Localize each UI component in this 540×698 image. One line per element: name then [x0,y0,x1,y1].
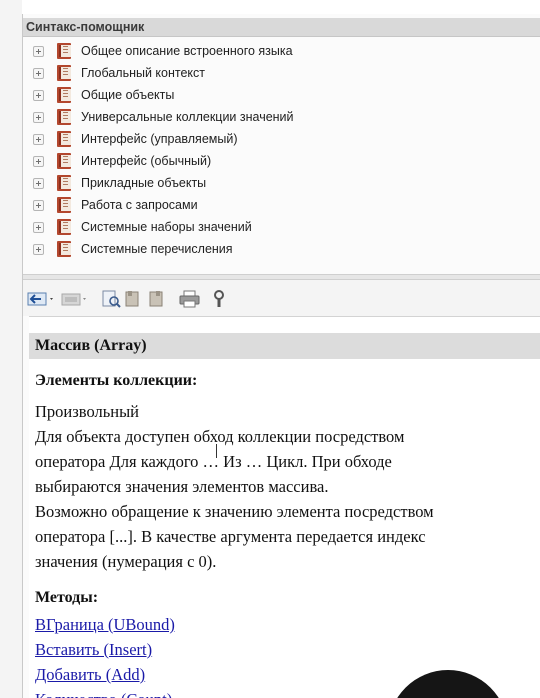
settings-wrench-icon[interactable] [211,290,229,308]
tree-item-label: Интерфейс (управляемый) [81,132,238,146]
tree-item-managed-interface[interactable]: Интерфейс (управляемый) [23,128,523,150]
book-icon [57,175,71,191]
methods-heading: Методы: [35,589,99,606]
help-toolbar [23,280,540,316]
tree-item-applied-objects[interactable]: Прикладные объекты [23,172,523,194]
method-link-count[interactable]: Количество (Count) [35,690,172,698]
article-line: значения (нумерация с 0). [35,552,217,571]
expand-plus-icon[interactable] [33,133,44,145]
topic-tree[interactable]: Общее описание встроенного языка Глобаль… [23,38,540,274]
method-link-ubound[interactable]: ВГраница (UBound) [35,615,175,635]
expand-plus-icon[interactable] [33,243,44,255]
print-icon[interactable] [179,290,201,308]
method-link-insert[interactable]: Вставить (Insert) [35,640,152,660]
book-icon [57,219,71,235]
article-line: оператора Для каждого … Из … Цикл. При о… [35,452,392,471]
forward-icon[interactable] [61,290,89,308]
book-icon [57,153,71,169]
collection-elements-heading: Элементы коллекции: [35,372,198,389]
tree-item-label: Универсальные коллекции значений [81,110,294,124]
panel-title-bar: Синтакс-помощник [23,18,540,37]
article-line: Возможно обращение к значению элемента п… [35,502,434,521]
panel-title: Синтакс-помощник [26,20,145,34]
expand-plus-icon[interactable] [33,67,44,79]
text-cursor-icon [216,444,217,458]
expand-plus-icon[interactable] [33,199,44,211]
expand-plus-icon[interactable] [33,155,44,167]
tree-item-system-enums[interactable]: Системные перечисления [23,238,523,260]
tree-item-label: Общее описание встроенного языка [81,44,293,58]
tree-item-ordinary-interface[interactable]: Интерфейс (обычный) [23,150,523,172]
book-prev-icon[interactable] [123,290,143,308]
book-icon [57,87,71,103]
syntax-helper-window: Синтакс-помощник Общее описание встроенн… [22,14,540,698]
article-line: Для объекта доступен обход коллекции пос… [35,427,405,446]
tree-item-label: Системные перечисления [81,242,233,256]
tree-item-common-objects[interactable]: Общие объекты [23,84,523,106]
book-icon [57,43,71,59]
tree-item-global-context[interactable]: Глобальный контекст [23,62,523,84]
book-icon [57,241,71,257]
tree-item-label: Общие объекты [81,88,175,102]
tree-item-label: Прикладные объекты [81,176,207,190]
tree-item-system-value-sets[interactable]: Системные наборы значений [23,216,523,238]
tree-item-label: Интерфейс (обычный) [81,154,212,168]
expand-plus-icon[interactable] [33,221,44,233]
article-line: выбираются значения элементов массива. [35,477,329,496]
back-arrow-icon[interactable] [27,290,57,308]
book-next-icon[interactable] [147,290,167,308]
expand-plus-icon[interactable] [33,177,44,189]
tree-item-label: Глобальный контекст [81,66,206,80]
article-line: оператора [...]. В качестве аргумента пе… [35,527,426,546]
book-icon [57,197,71,213]
expand-plus-icon[interactable] [33,45,44,57]
tree-item-universal-collections[interactable]: Универсальные коллекции значений [23,106,523,128]
tree-item-label: Системные наборы значений [81,220,252,234]
help-article: Массив (Array) Элементы коллекции: Произ… [29,316,540,698]
tree-item-queries[interactable]: Работа с запросами [23,194,523,216]
book-icon [57,109,71,125]
tree-item-label: Работа с запросами [81,198,198,212]
book-icon [57,131,71,147]
left-window-edge [0,0,22,698]
tree-item-language-description[interactable]: Общее описание встроенного языка [23,40,523,62]
expand-plus-icon[interactable] [33,111,44,123]
book-icon [57,65,71,81]
find-in-tree-icon[interactable] [101,290,121,308]
article-line: Произвольный [35,402,139,421]
article-title-bar: Массив (Array) [29,333,540,359]
article-title: Массив (Array) [35,337,147,354]
method-link-add[interactable]: Добавить (Add) [35,665,145,685]
expand-plus-icon[interactable] [33,89,44,101]
